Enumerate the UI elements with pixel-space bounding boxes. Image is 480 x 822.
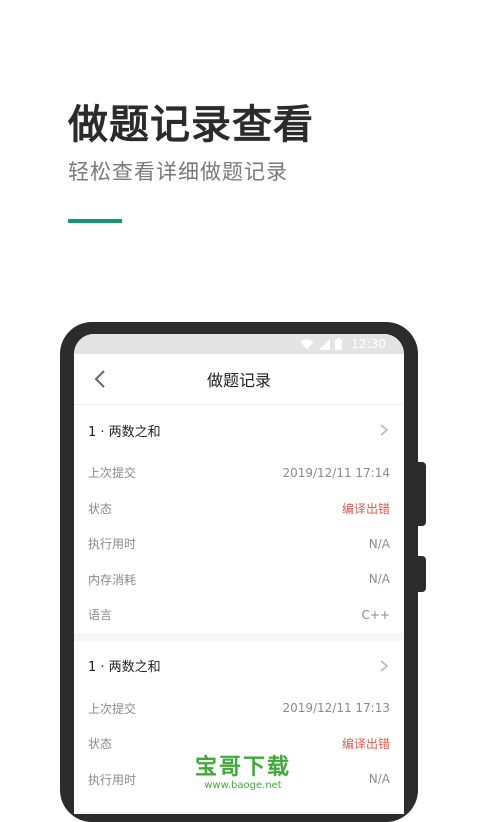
- record-field-row: 执行用时 N/A: [74, 526, 404, 562]
- field-label: 内存消耗: [88, 572, 137, 587]
- field-label: 状态: [88, 501, 113, 516]
- watermark-title: 宝哥下载: [194, 755, 291, 780]
- record-card: 1 · 两数之和 上次提交 2019/12/11 17:14 状态 编译出错执行用时 N/…: [74, 405, 404, 633]
- field-label: 执行用时: [88, 772, 137, 787]
- field-label: 上次提交: [88, 466, 137, 481]
- problem-title: 1 · 两数之和: [88, 660, 161, 675]
- record-field-row: 上次提交 2019/12/11 17:13: [74, 691, 404, 727]
- field-label: 语言: [88, 608, 113, 623]
- signal-icon: [319, 338, 331, 350]
- record-field-row: 内存消耗 N/A: [74, 562, 404, 598]
- field-value: N/A: [368, 772, 390, 787]
- record-list: 1 · 两数之和 上次提交 2019/12/11 17:14 状态 编译出错 执行用时 N/…: [74, 405, 404, 797]
- field-value: C++: [361, 607, 391, 622]
- field-label: 状态: [88, 737, 113, 752]
- wifi-icon: [300, 338, 314, 349]
- chevron-right-icon: [380, 659, 389, 672]
- status-time: 12:30: [351, 337, 386, 351]
- watermark-url: www.baoge.net: [204, 780, 282, 791]
- card-separator: [74, 632, 404, 641]
- field-value: 2019/12/11 17:14: [282, 465, 390, 480]
- field-label: 上次提交: [88, 701, 137, 716]
- page-subtitle: 轻松查看详细做题记录: [68, 160, 288, 184]
- app-title: 做题记录: [206, 371, 271, 390]
- accent-bar: [68, 219, 122, 223]
- record-field-row: 上次提交 2019/12/11 17:14: [74, 455, 404, 491]
- field-value: 2019/12/11 17:13: [282, 701, 390, 716]
- chevron-right-icon: [380, 424, 389, 436]
- phone-volume-button: [416, 462, 426, 526]
- watermark: 宝哥下载 www.baoge.net: [188, 756, 298, 792]
- battery-icon: [335, 338, 343, 350]
- record-field-row: 语言 C++: [74, 597, 404, 633]
- chevron-left-icon: [94, 370, 105, 388]
- app-bar: 做题记录: [74, 354, 404, 405]
- phone-power-button: [416, 556, 426, 592]
- page-headline: 做题记录查看: [68, 102, 314, 148]
- phone-screen: 12:30 做题记录 1 · 两数之和 上次提交 2019/12/11 17:14 状…: [74, 334, 404, 814]
- status-value: 编译出错: [341, 737, 390, 752]
- field-value: N/A: [368, 536, 390, 551]
- field-value: N/A: [368, 572, 390, 587]
- status-bar: 12:30: [74, 334, 404, 354]
- problem-title: 1 · 两数之和: [88, 424, 161, 440]
- record-header[interactable]: 1 · 两数之和: [74, 405, 404, 455]
- field-label: 执行用时: [88, 537, 137, 552]
- record-field-row: 状态 编译出错: [74, 491, 404, 527]
- record-header[interactable]: 1 · 两数之和: [74, 641, 404, 691]
- status-value: 编译出错: [341, 501, 390, 516]
- back-button[interactable]: [90, 368, 112, 390]
